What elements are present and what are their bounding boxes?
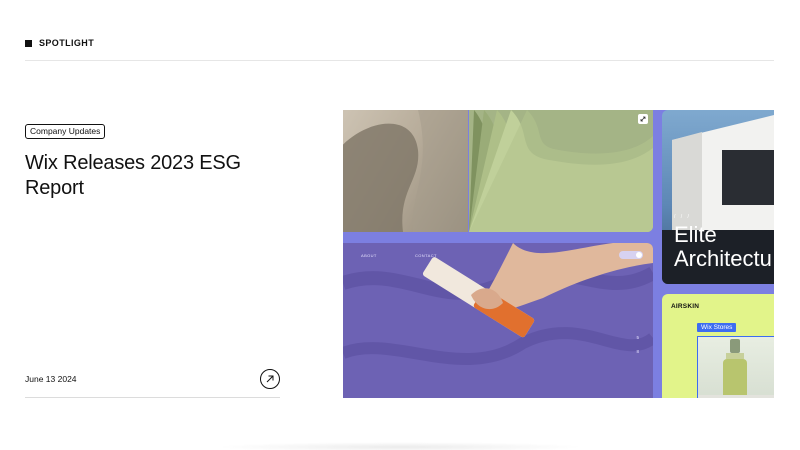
toggle-pill xyxy=(619,251,643,259)
beige-sculpture-tile xyxy=(343,110,468,232)
bottom-shadow xyxy=(215,442,585,450)
architecture-heading-line1: Elite xyxy=(674,222,717,247)
spotlight-image-collage[interactable]: / / / Elite Architectu ABOUT CONTACT 5 8… xyxy=(343,110,774,398)
category-tag[interactable]: Company Updates xyxy=(25,124,106,139)
serum-bottle-graphic xyxy=(698,339,774,398)
architecture-heading-line2: Architectu xyxy=(674,246,772,271)
arrow-up-right-icon xyxy=(266,375,274,383)
architecture-heading: Elite Architectu xyxy=(674,223,772,271)
purple-nav-contact: CONTACT xyxy=(415,253,437,258)
architecture-tile: / / / Elite Architectu xyxy=(662,110,774,284)
side-numbers: 5 8 xyxy=(636,331,639,359)
fabric-and-hand-graphic xyxy=(343,243,653,365)
side-number-1: 5 xyxy=(636,335,639,340)
product-selection-box xyxy=(697,336,774,398)
architecture-kicker: / / / xyxy=(674,214,691,220)
spotlight-section-header: SPOTLIGHT xyxy=(25,38,94,48)
article-title[interactable]: Wix Releases 2023 ESG Report xyxy=(25,151,285,201)
expand-arrows-icon xyxy=(640,116,646,122)
airskin-brand: AIRSKIN xyxy=(671,303,700,310)
bottom-divider xyxy=(25,397,280,398)
sculpture-shape xyxy=(343,110,468,232)
pill-dot xyxy=(636,252,642,258)
wave-layers xyxy=(469,110,653,232)
expand-icon[interactable] xyxy=(638,114,648,124)
section-label: SPOTLIGHT xyxy=(39,38,95,48)
green-waves-tile xyxy=(469,110,653,232)
square-bullet-icon xyxy=(25,39,32,47)
article-date: June 13 2024 xyxy=(25,374,77,384)
airskin-store-tile: AIRSKIN Wix Stores xyxy=(662,294,774,398)
open-article-button[interactable] xyxy=(260,369,280,389)
side-number-2: 8 xyxy=(636,349,639,354)
purple-nav-about: ABOUT xyxy=(361,253,377,258)
top-divider xyxy=(25,60,774,61)
purple-fabric-tile: ABOUT CONTACT 5 8 xyxy=(343,243,653,398)
wix-stores-badge: Wix Stores xyxy=(697,323,737,332)
